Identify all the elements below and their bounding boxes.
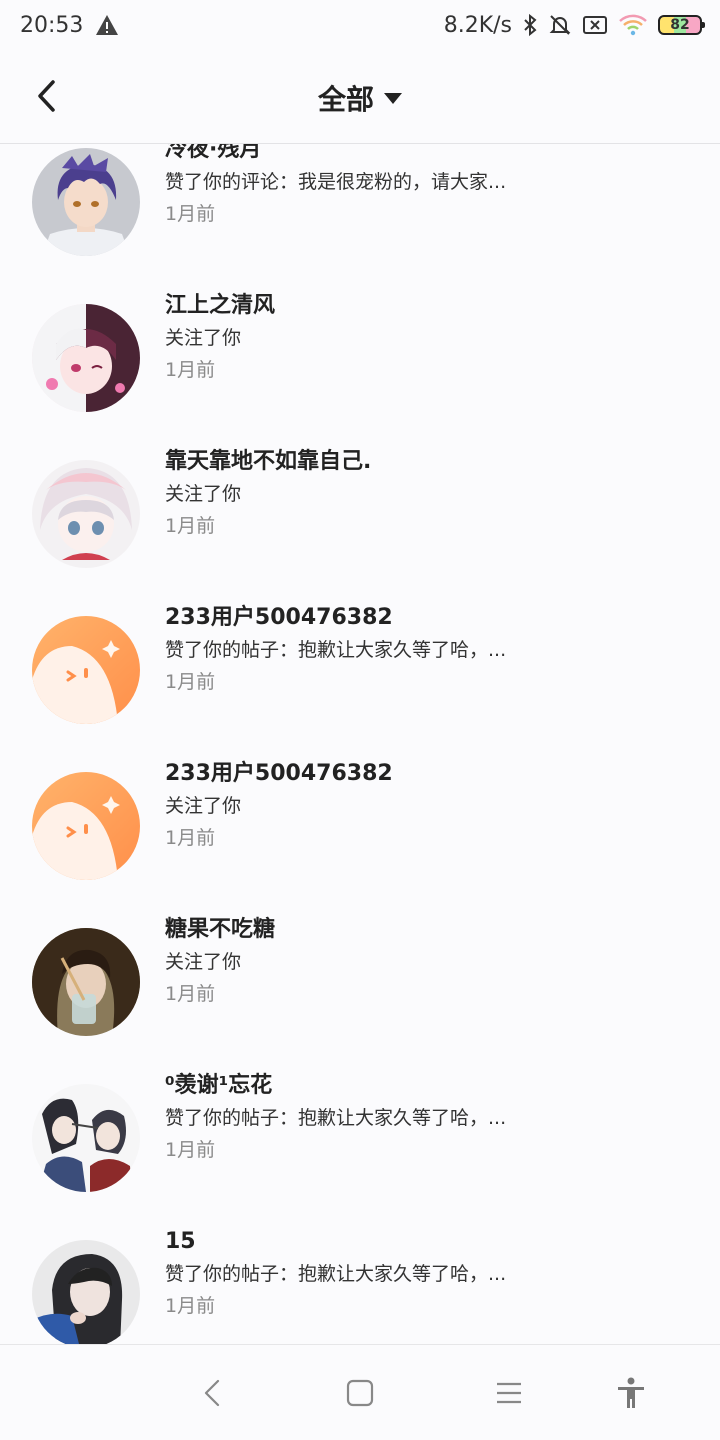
notification-text: 赞了你的帖子：抱歉让大家久等了哈，... [165, 1263, 507, 1285]
notification-text: 关注了你 [165, 483, 242, 505]
avatar[interactable] [32, 460, 140, 568]
timestamp: 1月前 [165, 203, 216, 225]
notification-text: 赞了你的评论：我是很宠粉的，请大家... [165, 171, 507, 193]
status-time: 20:53 [20, 12, 84, 38]
timestamp: 1月前 [165, 359, 216, 381]
status-bar: 20:53 8.2K/s 82 [0, 0, 720, 50]
timestamp: 1月前 [165, 983, 216, 1005]
nav-menu-icon[interactable] [491, 1375, 527, 1411]
user-name[interactable]: 冷夜·残月 [165, 144, 506, 166]
user-name[interactable]: 糖果不吃糖 [165, 914, 275, 946]
battery-icon: 82 [658, 15, 705, 35]
notification-text: 关注了你 [165, 327, 242, 349]
avatar[interactable] [32, 616, 140, 724]
notification-text: 赞了你的帖子：抱歉让大家久等了哈，... [165, 639, 507, 661]
nav-home-icon[interactable] [342, 1375, 378, 1411]
user-name[interactable]: 15 [165, 1226, 506, 1258]
accessibility-icon[interactable] [613, 1375, 649, 1411]
bell-muted-icon [549, 15, 571, 35]
user-name[interactable]: 233用户500476382 [165, 758, 393, 790]
system-nav-bar [0, 1344, 720, 1440]
user-name[interactable]: 233用户500476382 [165, 602, 506, 634]
notification-list: 冷夜·残月 赞了你的评论：我是很宠粉的，请大家... 1月前 江上之清风 关注了… [0, 144, 720, 1344]
bluetooth-icon [524, 13, 537, 37]
caret-down-icon [384, 93, 402, 104]
filter-dropdown[interactable]: 全部 [0, 78, 720, 118]
wifi-icon [619, 14, 647, 36]
warning-icon [96, 15, 119, 35]
page-title: 全部 [317, 83, 374, 116]
timestamp: 1月前 [165, 827, 216, 849]
list-item[interactable]: 糖果不吃糖 关注了你 1月前 [0, 912, 720, 1068]
network-speed: 8.2K/s [443, 12, 512, 38]
list-item[interactable]: 233用户500476382 赞了你的帖子：抱歉让大家久等了哈，... 1月前 [0, 600, 720, 756]
notification-text: 赞了你的帖子：抱歉让大家久等了哈，... [165, 1107, 507, 1129]
user-name[interactable]: 江上之清风 [165, 290, 275, 322]
list-item[interactable]: 233用户500476382 关注了你 1月前 [0, 756, 720, 912]
timestamp: 1月前 [165, 1139, 216, 1161]
header: 全部 [0, 50, 720, 144]
list-item[interactable]: ⁰羡谢¹忘花 赞了你的帖子：抱歉让大家久等了哈，... 1月前 [0, 1068, 720, 1224]
avatar[interactable] [32, 1084, 140, 1192]
timestamp: 1月前 [165, 1295, 216, 1317]
avatar[interactable] [32, 148, 140, 256]
timestamp: 1月前 [165, 671, 216, 693]
notification-text: 关注了你 [165, 951, 242, 973]
user-name[interactable]: 靠天靠地不如靠自己. [165, 446, 371, 478]
nav-back-icon[interactable] [196, 1375, 232, 1411]
sim-off-icon [583, 16, 607, 34]
avatar[interactable] [32, 1240, 140, 1344]
list-item[interactable]: 靠天靠地不如靠自己. 关注了你 1月前 [0, 444, 720, 600]
avatar[interactable] [32, 304, 140, 412]
avatar[interactable] [32, 928, 140, 1036]
list-item[interactable]: 冷夜·残月 赞了你的评论：我是很宠粉的，请大家... 1月前 [0, 144, 720, 288]
list-item[interactable]: 15 赞了你的帖子：抱歉让大家久等了哈，... 1月前 [0, 1224, 720, 1344]
user-name[interactable]: ⁰羡谢¹忘花 [165, 1070, 506, 1102]
avatar[interactable] [32, 772, 140, 880]
notification-text: 关注了你 [165, 795, 242, 817]
list-item[interactable]: 江上之清风 关注了你 1月前 [0, 288, 720, 444]
timestamp: 1月前 [165, 515, 216, 537]
battery-level: 82 [670, 17, 690, 33]
